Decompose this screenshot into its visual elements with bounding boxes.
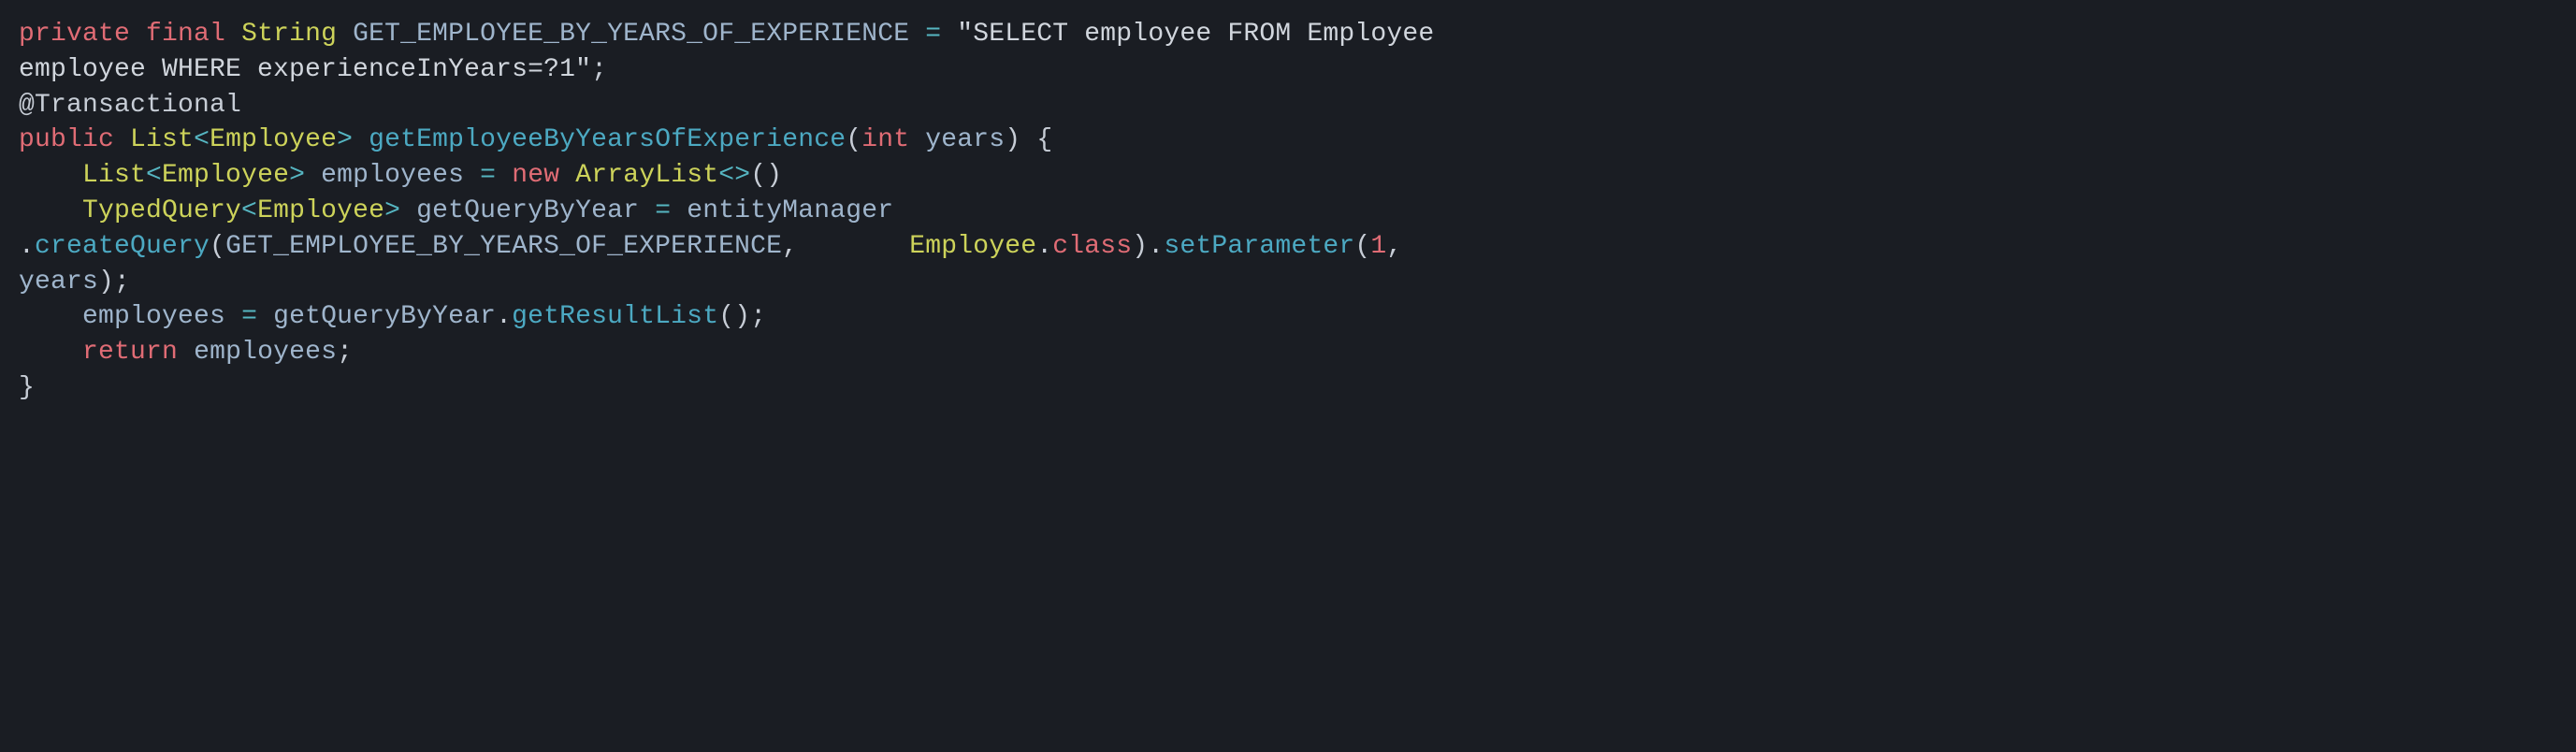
paren-close: ) <box>1005 125 1020 154</box>
dot-4: . <box>496 302 512 331</box>
annotation-transactional: @Transactional <box>19 91 241 120</box>
paren-open-4: ( <box>1354 232 1370 261</box>
var-entitymanager: entityManager <box>687 196 893 225</box>
paren-open: ( <box>846 125 861 154</box>
var-getquerybyyear: getQueryByYear <box>416 196 639 225</box>
method-getresultlist: getResultList <box>512 302 718 331</box>
operator-eq: = <box>925 20 941 49</box>
keyword-private: private <box>19 20 130 49</box>
paren-open-2: ( <box>750 161 766 190</box>
var-employees-2: employees <box>82 302 225 331</box>
type-list-2: List <box>82 161 146 190</box>
keyword-return: return <box>82 338 178 367</box>
keyword-int: int <box>861 125 909 154</box>
op-lt-3: < <box>241 196 257 225</box>
dot: . <box>19 232 35 261</box>
param-years: years <box>925 125 1005 154</box>
keyword-final: final <box>146 20 225 49</box>
comma: , <box>782 232 798 261</box>
semicolon-3: ; <box>750 302 766 331</box>
paren-close-4: ) <box>98 268 114 296</box>
paren-close-3: ) <box>1132 232 1148 261</box>
arg-years: years <box>19 268 98 296</box>
var-getquerybyyear-2: getQueryByYear <box>273 302 496 331</box>
dot-2: . <box>1036 232 1052 261</box>
op-lt: < <box>194 125 210 154</box>
brace-close: } <box>19 373 35 402</box>
paren-close-5: ) <box>734 302 750 331</box>
constant-name: GET_EMPLOYEE_BY_YEARS_OF_EXPERIENCE <box>353 20 909 49</box>
semicolon-4: ; <box>337 338 353 367</box>
method-name: getEmployeeByYearsOfExperience <box>369 125 846 154</box>
type-arraylist: ArrayList <box>575 161 718 190</box>
type-employee: Employee <box>210 125 337 154</box>
method-createquery: createQuery <box>35 232 210 261</box>
op-eq-3: = <box>655 196 671 225</box>
semicolon-2: ; <box>114 268 130 296</box>
const-ref: GET_EMPLOYEE_BY_YEARS_OF_EXPERIENCE <box>225 232 782 261</box>
string-literal-line2: employee WHERE experienceInYears=?1" <box>19 55 591 84</box>
keyword-public: public <box>19 125 114 154</box>
op-gt-2: > <box>289 161 305 190</box>
brace-open: { <box>1036 125 1052 154</box>
keyword-new: new <box>512 161 559 190</box>
string-literal-line1: "SELECT employee FROM Employee <box>957 20 1450 49</box>
op-gt-3: > <box>384 196 400 225</box>
comma-2: , <box>1386 232 1402 261</box>
number-1: 1 <box>1370 232 1386 261</box>
paren-open-5: ( <box>718 302 734 331</box>
paren-open-3: ( <box>210 232 225 261</box>
var-employees: employees <box>321 161 464 190</box>
type-string: String <box>241 20 337 49</box>
dot-3: . <box>1148 232 1164 261</box>
type-employee-2: Employee <box>162 161 289 190</box>
code-block: private final String GET_EMPLOYEE_BY_YEA… <box>0 0 2576 423</box>
type-employee-3: Employee <box>257 196 384 225</box>
op-gt: > <box>337 125 353 154</box>
op-eq-4: = <box>241 302 257 331</box>
keyword-class: class <box>1052 232 1132 261</box>
diamond: <> <box>718 161 750 190</box>
op-lt-2: < <box>146 161 162 190</box>
type-list: List <box>130 125 194 154</box>
paren-close-2: ) <box>766 161 782 190</box>
op-eq-2: = <box>480 161 496 190</box>
method-setparameter: setParameter <box>1164 232 1354 261</box>
type-typedquery: TypedQuery <box>82 196 241 225</box>
semicolon: ; <box>591 55 607 84</box>
var-employees-3: employees <box>194 338 337 367</box>
type-employee-4: Employee <box>909 232 1036 261</box>
